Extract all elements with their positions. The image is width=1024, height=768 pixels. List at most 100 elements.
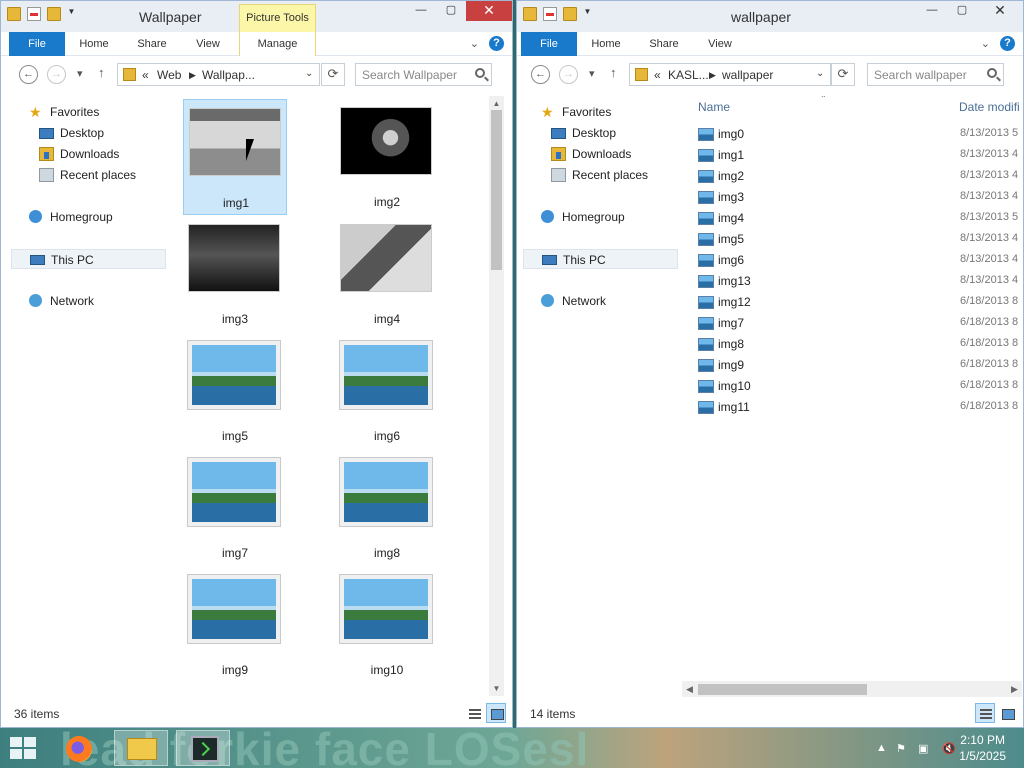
scroll-left-icon[interactable]: ◀ — [682, 681, 697, 697]
scrollbar-thumb[interactable] — [698, 684, 867, 695]
tab-file[interactable]: File — [9, 32, 65, 56]
clock[interactable]: 2:10 PM 1/5/2025 — [959, 732, 1006, 764]
back-button[interactable]: ← — [531, 65, 550, 84]
details-view-button[interactable] — [975, 703, 995, 723]
horizontal-scrollbar[interactable]: ◀ ▶ — [682, 681, 1022, 697]
new-folder-icon[interactable] — [47, 7, 61, 21]
address-overflow[interactable]: « — [654, 68, 661, 82]
breadcrumb-wallpaper[interactable]: Wallpap... — [202, 68, 255, 82]
file-tile-img1[interactable]: img1 — [183, 99, 287, 215]
start-button[interactable] — [10, 737, 38, 761]
up-button[interactable]: ↑ — [98, 65, 105, 80]
chevron-down-icon[interactable]: ▼ — [583, 7, 592, 21]
file-tile-img10[interactable]: img10 — [335, 567, 439, 683]
taskbar-file-explorer[interactable] — [114, 730, 168, 766]
list-item[interactable]: img5 8/13/2013 4 — [698, 229, 1022, 250]
chevron-down-icon[interactable]: ⌄ — [816, 68, 824, 79]
file-tile-img5[interactable]: img5 — [183, 333, 287, 449]
list-item[interactable]: img6 8/13/2013 4 — [698, 250, 1022, 271]
list-item[interactable]: img8 6/18/2013 8 — [698, 334, 1022, 355]
back-button[interactable]: ← — [19, 65, 38, 84]
show-hidden-icons-icon[interactable]: ▲ — [876, 742, 887, 754]
search-icon[interactable] — [475, 68, 485, 78]
taskbar-firefox[interactable] — [54, 730, 108, 766]
forward-button[interactable]: → — [559, 65, 578, 84]
refresh-button[interactable]: ⟳ — [831, 63, 855, 86]
list-item[interactable]: img9 6/18/2013 8 — [698, 355, 1022, 376]
title-bar[interactable]: ▼ wallpaper — ▢ ✕ — [517, 1, 1023, 32]
folder-icon[interactable] — [523, 7, 537, 21]
file-tile-img4[interactable]: img4 — [335, 216, 439, 332]
new-folder-icon[interactable] — [563, 7, 577, 21]
up-button[interactable]: ↑ — [610, 65, 617, 80]
chevron-down-icon[interactable]: ⌄ — [305, 68, 313, 79]
list-item[interactable]: img7 6/18/2013 8 — [698, 313, 1022, 334]
network-status-icon[interactable]: ▣ — [918, 742, 928, 755]
list-item[interactable]: img4 8/13/2013 5 — [698, 208, 1022, 229]
refresh-button[interactable]: ⟳ — [321, 63, 345, 86]
list-item[interactable]: img3 8/13/2013 4 — [698, 187, 1022, 208]
recent-locations-icon[interactable]: ▾ — [589, 67, 595, 80]
search-input[interactable] — [874, 67, 984, 82]
tab-view[interactable]: View — [697, 32, 743, 56]
address-bar[interactable]: « KASL... ▶ wallpaper ⌄ — [629, 63, 831, 86]
large-icons-view-button[interactable] — [997, 703, 1017, 723]
tab-home[interactable]: Home — [583, 32, 629, 56]
list-item[interactable]: img11 6/18/2013 8 — [698, 397, 1022, 418]
title-bar[interactable]: ▼ Wallpaper Picture Tools — ▢ ✕ — [1, 1, 512, 32]
search-box[interactable] — [355, 63, 492, 86]
list-item[interactable]: img1 8/13/2013 4 — [698, 145, 1022, 166]
properties-icon[interactable] — [27, 7, 41, 21]
details-view-button[interactable] — [464, 703, 484, 723]
help-icon[interactable]: ? — [489, 36, 504, 51]
expand-ribbon-icon[interactable]: ⌄ — [470, 37, 479, 50]
close-button[interactable]: ✕ — [466, 1, 512, 21]
address-overflow[interactable]: « — [142, 68, 149, 82]
nav-item-this-pc[interactable]: This PC — [523, 249, 678, 269]
close-button[interactable]: ✕ — [977, 1, 1023, 21]
chevron-down-icon[interactable]: ▼ — [67, 7, 76, 21]
recent-locations-icon[interactable]: ▾ — [77, 67, 83, 80]
minimize-button[interactable]: — — [917, 1, 947, 21]
scroll-up-icon[interactable]: ▲ — [489, 96, 504, 111]
list-item[interactable]: img10 6/18/2013 8 — [698, 376, 1022, 397]
tab-file[interactable]: File — [521, 32, 577, 56]
file-tile-img7[interactable]: img7 — [183, 450, 287, 566]
help-icon[interactable]: ? — [1000, 36, 1015, 51]
breadcrumb-web[interactable]: Web — [157, 68, 181, 82]
action-center-flag-icon[interactable]: ⚑ — [896, 742, 906, 755]
scroll-down-icon[interactable]: ▼ — [489, 681, 504, 696]
volume-muted-icon[interactable]: 🔇 — [942, 742, 956, 755]
search-icon[interactable] — [987, 68, 997, 78]
file-tile-img8[interactable]: img8 — [335, 450, 439, 566]
breadcrumb-kasl[interactable]: KASL... — [668, 68, 709, 82]
nav-item-this-pc[interactable]: This PC — [11, 249, 166, 269]
list-item[interactable]: img2 8/13/2013 4 — [698, 166, 1022, 187]
file-tile-img2[interactable]: img2 — [335, 99, 439, 215]
large-icons-view-button[interactable] — [486, 703, 506, 723]
maximize-button[interactable]: ▢ — [947, 1, 977, 21]
tab-view[interactable]: View — [185, 32, 231, 56]
breadcrumb-wallpaper[interactable]: wallpaper — [722, 68, 773, 82]
file-tile-img9[interactable]: img9 — [183, 567, 287, 683]
scrollbar-thumb[interactable] — [491, 110, 502, 270]
tab-share[interactable]: Share — [641, 32, 687, 56]
file-tile-img6[interactable]: img6 — [335, 333, 439, 449]
list-item[interactable]: img0 8/13/2013 5 — [698, 124, 1022, 145]
forward-button[interactable]: → — [47, 65, 66, 84]
column-header-name[interactable]: ⌃ Name — [698, 96, 827, 114]
minimize-button[interactable]: — — [406, 1, 436, 21]
list-item[interactable]: img12 6/18/2013 8 — [698, 292, 1022, 313]
tab-share[interactable]: Share — [129, 32, 175, 56]
folder-icon[interactable] — [7, 7, 21, 21]
vertical-scrollbar[interactable]: ▲ ▼ — [489, 96, 504, 696]
tab-home[interactable]: Home — [71, 32, 117, 56]
search-box[interactable] — [867, 63, 1004, 86]
properties-icon[interactable] — [543, 7, 557, 21]
tab-manage[interactable]: Manage — [239, 32, 316, 56]
search-input[interactable] — [362, 67, 472, 82]
taskbar-terminal[interactable] — [176, 730, 230, 766]
scroll-right-icon[interactable]: ▶ — [1007, 681, 1022, 697]
list-item[interactable]: img13 8/13/2013 4 — [698, 271, 1022, 292]
file-tile-img3[interactable]: img3 — [183, 216, 287, 332]
